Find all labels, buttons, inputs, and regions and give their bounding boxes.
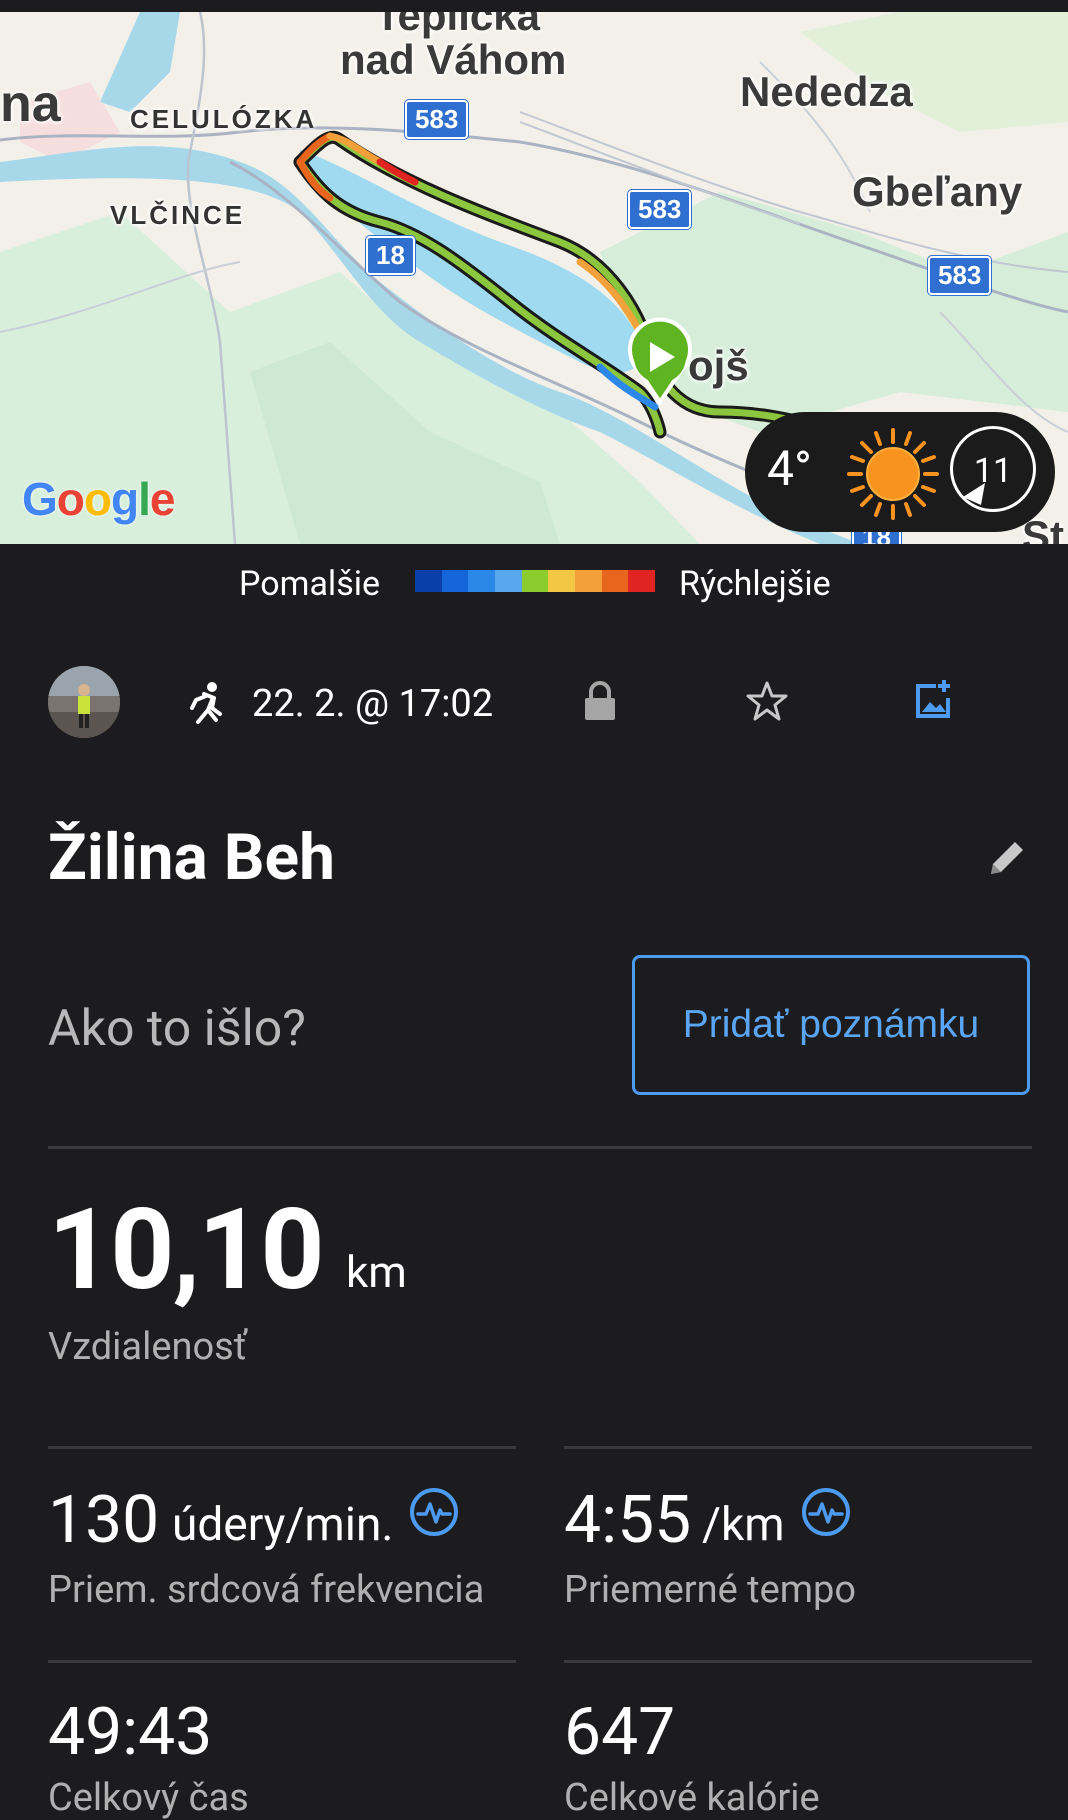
legend-color-bar	[415, 570, 656, 592]
distance-unit: km	[346, 1246, 407, 1298]
avg-heart-rate-unit: údery/min.	[172, 1498, 394, 1552]
map-label-celulozka: CELULÓZKA	[130, 104, 318, 134]
legend-color-segment	[495, 570, 522, 592]
heart-rate-icon[interactable]	[408, 1486, 460, 1538]
map-label-nededza: Nededza	[740, 68, 913, 115]
avg-pace-unit: /km	[702, 1498, 785, 1552]
legend-faster-label: Rýchlejšie	[679, 564, 831, 604]
avg-pace-label: Priemerné tempo	[564, 1568, 857, 1612]
total-calories-label: Celkové kalórie	[564, 1776, 820, 1820]
google-logo: Google	[22, 473, 175, 525]
total-calories-value: 647	[564, 1694, 676, 1771]
route-map[interactable]: Teplička nad Váhom na CELULÓZKA VLČINCE …	[0, 12, 1068, 544]
sun-icon	[847, 428, 939, 520]
activity-meta-row: 22. 2. @ 17:02	[0, 662, 1068, 746]
wind-direction-icon	[963, 483, 985, 505]
legend-color-segment	[575, 570, 602, 592]
edit-icon[interactable]	[985, 836, 1029, 880]
divider	[48, 1146, 1032, 1149]
divider	[48, 1660, 516, 1663]
pace-chart-icon[interactable]	[800, 1486, 852, 1538]
legend-color-segment	[628, 570, 656, 592]
road-shield-18: 18	[366, 236, 415, 275]
add-photo-icon[interactable]	[914, 676, 960, 722]
lock-icon[interactable]	[583, 680, 617, 722]
status-bar-strip	[0, 0, 1068, 12]
map-label-teplicka: nad Váhom	[340, 36, 567, 83]
legend-color-segment	[415, 570, 442, 592]
star-icon[interactable]	[746, 680, 788, 722]
page-title: Žilina Beh	[48, 820, 335, 895]
map-label-gbelany: Gbeľany	[852, 168, 1023, 215]
avg-heart-rate-value: 130	[48, 1482, 160, 1559]
legend-color-segment	[441, 570, 469, 592]
distance-value: 10,10	[48, 1185, 325, 1316]
weather-widget[interactable]: 4° 11	[745, 412, 1055, 532]
divider	[48, 1446, 516, 1449]
avg-pace-value: 4:55	[564, 1482, 692, 1559]
road-shield-583: 583	[405, 100, 469, 139]
map-label-vlcince: VLČINCE	[110, 200, 246, 230]
legend-color-segment	[521, 570, 549, 592]
legend-slower-label: Pomalšie	[239, 564, 381, 604]
divider	[564, 1660, 1032, 1663]
avg-heart-rate-label: Priem. srdcová frekvencia	[48, 1568, 485, 1612]
map-label-zilina: na	[0, 75, 61, 133]
avatar-photo	[48, 666, 120, 738]
total-time-label: Celkový čas	[48, 1776, 249, 1820]
total-time-value: 49:43	[48, 1694, 213, 1771]
road-shield-583: 583	[928, 256, 992, 295]
wind-indicator: 11	[950, 426, 1036, 512]
how-did-it-go-prompt: Ako to išlo?	[48, 1000, 306, 1058]
road-shield-583: 583	[628, 190, 692, 229]
speed-legend: Pomalšie Rýchlejšie	[0, 562, 1068, 604]
legend-color-segment	[548, 570, 576, 592]
add-note-button[interactable]: Pridať poznámku	[632, 955, 1030, 1095]
activity-datetime: 22. 2. @ 17:02	[252, 682, 494, 726]
avatar[interactable]	[48, 666, 120, 738]
legend-color-segment	[601, 570, 629, 592]
divider	[564, 1446, 1032, 1449]
map-label-vojs: ojš	[688, 342, 749, 389]
distance-label: Vzdialenosť	[48, 1325, 247, 1369]
weather-temperature: 4°	[767, 440, 812, 497]
running-icon	[190, 682, 222, 724]
legend-color-segment	[468, 570, 496, 592]
